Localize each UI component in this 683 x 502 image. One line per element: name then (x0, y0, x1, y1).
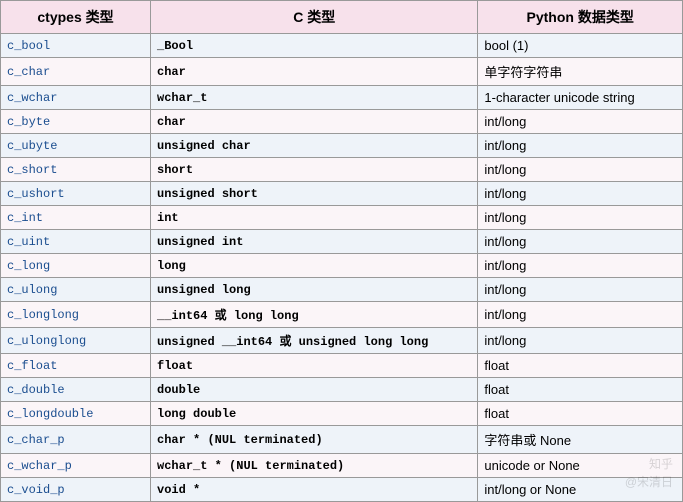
cell-ctypes-type: c_longlong (1, 302, 151, 328)
cell-ctypes-type: c_long (1, 254, 151, 278)
cell-python-type: int/long (478, 328, 683, 354)
cell-python-type: int/long (478, 158, 683, 182)
cell-python-type: int/long (478, 230, 683, 254)
header-c-type: C 类型 (151, 1, 478, 34)
cell-ctypes-type: c_ushort (1, 182, 151, 206)
cell-ctypes-type: c_uint (1, 230, 151, 254)
table-row: c_char_pchar * (NUL terminated)字符串或 None (1, 426, 683, 454)
header-python-type: Python 数据类型 (478, 1, 683, 34)
cell-c-type: void * (151, 478, 478, 502)
table-row: c_wcharwchar_t1-character unicode string (1, 86, 683, 110)
cell-c-type: wchar_t (151, 86, 478, 110)
cell-c-type: double (151, 378, 478, 402)
cell-python-type: int/long (478, 182, 683, 206)
cell-python-type: float (478, 378, 683, 402)
cell-python-type: int/long (478, 278, 683, 302)
cell-c-type: _Bool (151, 34, 478, 58)
table-header-row: ctypes 类型 C 类型 Python 数据类型 (1, 1, 683, 34)
table-row: c_floatfloatfloat (1, 354, 683, 378)
cell-c-type: wchar_t * (NUL terminated) (151, 454, 478, 478)
cell-python-type: float (478, 402, 683, 426)
cell-ctypes-type: c_void_p (1, 478, 151, 502)
cell-c-type: unsigned char (151, 134, 478, 158)
cell-c-type: long double (151, 402, 478, 426)
cell-python-type: int/long (478, 110, 683, 134)
table-row: c_longdoublelong doublefloat (1, 402, 683, 426)
cell-ctypes-type: c_char_p (1, 426, 151, 454)
cell-python-type: bool (1) (478, 34, 683, 58)
cell-c-type: short (151, 158, 478, 182)
cell-python-type: int/long (478, 302, 683, 328)
table-row: c_wchar_pwchar_t * (NUL terminated)unico… (1, 454, 683, 478)
table-row: c_bool_Boolbool (1) (1, 34, 683, 58)
cell-ctypes-type: c_int (1, 206, 151, 230)
cell-ctypes-type: c_wchar (1, 86, 151, 110)
cell-ctypes-type: c_byte (1, 110, 151, 134)
cell-c-type: long (151, 254, 478, 278)
table-row: c_ubyteunsigned charint/long (1, 134, 683, 158)
table-row: c_ushortunsigned shortint/long (1, 182, 683, 206)
cell-python-type: int/long (478, 206, 683, 230)
table-row: c_longlong__int64 或 long longint/long (1, 302, 683, 328)
table-row: c_ulonglongunsigned __int64 或 unsigned l… (1, 328, 683, 354)
cell-python-type: float (478, 354, 683, 378)
cell-python-type: int/long (478, 254, 683, 278)
table-row: c_intintint/long (1, 206, 683, 230)
cell-ctypes-type: c_longdouble (1, 402, 151, 426)
cell-c-type: float (151, 354, 478, 378)
table-body: c_bool_Boolbool (1)c_charchar单字符字符串c_wch… (1, 34, 683, 502)
cell-ctypes-type: c_float (1, 354, 151, 378)
table-row: c_ulongunsigned longint/long (1, 278, 683, 302)
table-row: c_bytecharint/long (1, 110, 683, 134)
cell-python-type: unicode or None (478, 454, 683, 478)
cell-c-type: unsigned long (151, 278, 478, 302)
cell-python-type: 单字符字符串 (478, 58, 683, 86)
cell-ctypes-type: c_double (1, 378, 151, 402)
cell-python-type: int/long (478, 134, 683, 158)
cell-c-type: unsigned int (151, 230, 478, 254)
cell-ctypes-type: c_ubyte (1, 134, 151, 158)
table-row: c_void_pvoid *int/long or None (1, 478, 683, 502)
cell-python-type: 1-character unicode string (478, 86, 683, 110)
table-row: c_doubledoublefloat (1, 378, 683, 402)
cell-python-type: int/long or None (478, 478, 683, 502)
cell-ctypes-type: c_ulong (1, 278, 151, 302)
cell-ctypes-type: c_char (1, 58, 151, 86)
table-row: c_charchar单字符字符串 (1, 58, 683, 86)
table-row: c_shortshortint/long (1, 158, 683, 182)
cell-c-type: char (151, 58, 478, 86)
cell-c-type: int (151, 206, 478, 230)
cell-c-type: unsigned __int64 或 unsigned long long (151, 328, 478, 354)
cell-ctypes-type: c_wchar_p (1, 454, 151, 478)
cell-ctypes-type: c_bool (1, 34, 151, 58)
table-row: c_uintunsigned intint/long (1, 230, 683, 254)
cell-c-type: char (151, 110, 478, 134)
cell-ctypes-type: c_short (1, 158, 151, 182)
cell-python-type: 字符串或 None (478, 426, 683, 454)
cell-ctypes-type: c_ulonglong (1, 328, 151, 354)
header-ctypes: ctypes 类型 (1, 1, 151, 34)
cell-c-type: unsigned short (151, 182, 478, 206)
table-row: c_longlongint/long (1, 254, 683, 278)
cell-c-type: char * (NUL terminated) (151, 426, 478, 454)
cell-c-type: __int64 或 long long (151, 302, 478, 328)
ctypes-types-table: ctypes 类型 C 类型 Python 数据类型 c_bool_Boolbo… (0, 0, 683, 502)
